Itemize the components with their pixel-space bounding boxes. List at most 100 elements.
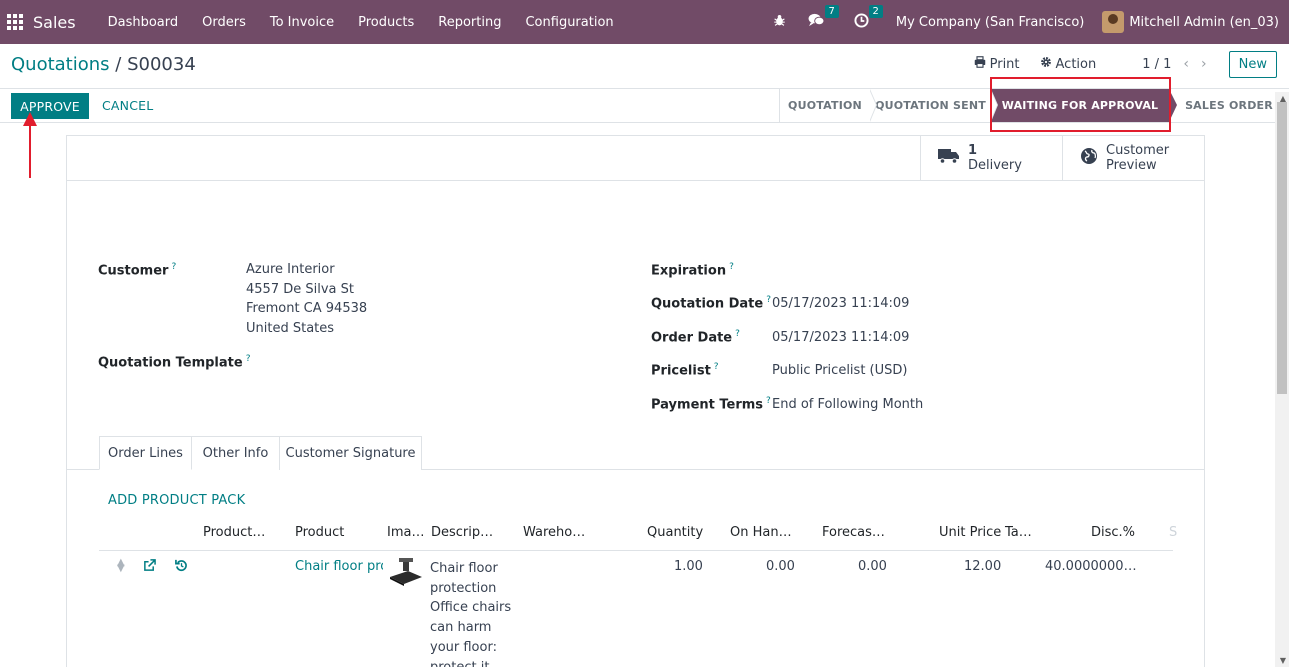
delivery-smart-button[interactable]: 1 Delivery <box>920 136 1063 180</box>
tab-customer-signature[interactable]: Customer Signature <box>279 436 422 470</box>
action-button[interactable]: Action <box>1040 56 1097 72</box>
breadcrumb-separator: / <box>115 54 122 75</box>
menu-reporting[interactable]: Reporting <box>426 15 513 30</box>
row-unit-price[interactable]: 12.00 <box>964 559 1001 574</box>
messages-count-badge: 7 <box>824 5 839 18</box>
reset-history-icon[interactable] <box>175 559 188 576</box>
activities-count-badge: 2 <box>868 4 883 18</box>
column-header[interactable]: Disc.% <box>1091 525 1135 540</box>
stage-quotation-sent[interactable]: QUOTATION SENT <box>870 89 998 122</box>
column-header[interactable]: Forecas… <box>822 525 885 540</box>
row-forecast: 0.00 <box>858 559 887 574</box>
row-description[interactable]: Chair floor protection Office chairs can… <box>430 559 520 667</box>
top-navbar: Sales Dashboard Orders To Invoice Produc… <box>0 0 1289 44</box>
print-label: Print <box>989 56 1020 72</box>
table-header-divider <box>99 550 1173 551</box>
row-product-link[interactable]: Chair floor prot <box>295 559 383 574</box>
debug-bug-icon[interactable] <box>773 14 786 31</box>
help-icon[interactable]: ? <box>729 262 734 272</box>
help-icon[interactable]: ? <box>735 329 740 339</box>
annotation-highlight-box <box>990 77 1171 132</box>
breadcrumb-quotations-link[interactable]: Quotations <box>11 54 110 75</box>
column-header[interactable]: Ima… <box>387 525 424 540</box>
column-header[interactable]: Product… <box>203 525 265 540</box>
form-sheet: 1 Delivery Customer Preview Customer? Az… <box>66 135 1205 667</box>
new-button[interactable]: New <box>1228 50 1277 78</box>
column-header[interactable]: Wareho… <box>523 525 585 540</box>
customer-address-country: United States <box>246 321 335 337</box>
help-icon[interactable]: ? <box>766 295 771 305</box>
external-link-icon[interactable] <box>143 559 156 576</box>
column-header[interactable]: Product <box>295 525 344 540</box>
app-name[interactable]: Sales <box>33 13 76 32</box>
quotation-date-label: Quotation Date? <box>651 295 771 312</box>
column-header[interactable]: S <box>1169 525 1177 540</box>
row-on-hand: 0.00 <box>766 559 795 574</box>
navbar-systray: 7 2 My Company (San Francisco) Mitchell … <box>762 0 1279 44</box>
pricelist-label: Pricelist? <box>651 362 719 379</box>
column-header[interactable]: Unit Price <box>939 525 1001 540</box>
scroll-down-arrow-icon[interactable]: ▼ <box>1280 656 1286 665</box>
breadcrumb: Quotations / S00034 <box>11 54 196 75</box>
activities-clock-icon[interactable]: 2 <box>854 4 883 32</box>
row-quantity[interactable]: 1.00 <box>674 559 703 574</box>
column-header[interactable]: Ta… <box>1005 525 1032 540</box>
menu-to-invoice[interactable]: To Invoice <box>258 15 346 30</box>
help-icon[interactable]: ? <box>766 396 771 406</box>
breadcrumb-current: S00034 <box>127 54 196 75</box>
smart-buttons-row: 1 Delivery Customer Preview <box>67 136 1204 181</box>
column-header[interactable]: Quantity <box>647 525 703 540</box>
customer-field[interactable]: Azure Interior 4557 De Silva St Fremont … <box>246 260 367 339</box>
stage-quotation[interactable]: QUOTATION <box>779 89 877 122</box>
scroll-up-arrow-icon[interactable]: ▲ <box>1280 94 1286 103</box>
payment-terms-label: Payment Terms? <box>651 396 771 413</box>
help-icon[interactable]: ? <box>171 262 176 272</box>
expiration-label: Expiration? <box>651 262 734 279</box>
printer-icon <box>974 56 986 72</box>
user-menu[interactable]: Mitchell Admin (en_03) <box>1129 15 1279 30</box>
order-date-label: Order Date? <box>651 329 740 346</box>
delivery-count: 1 <box>968 143 978 158</box>
row-discount[interactable]: 40.0000000… <box>1045 559 1137 574</box>
menu-products[interactable]: Products <box>346 15 426 30</box>
scrollbar-thumb[interactable] <box>1277 102 1287 394</box>
menu-dashboard[interactable]: Dashboard <box>96 15 191 30</box>
preview-label-line1: Customer <box>1106 143 1170 158</box>
pricelist-field[interactable]: Public Pricelist (USD) <box>772 363 907 378</box>
customer-address-street: 4557 De Silva St <box>246 281 354 297</box>
payment-terms-field[interactable]: End of Following Month <box>772 397 923 412</box>
gear-icon <box>1040 56 1052 72</box>
print-button[interactable]: Print <box>974 56 1020 72</box>
help-icon[interactable]: ? <box>246 354 251 364</box>
chevron-left-icon[interactable]: ‹ <box>1183 56 1189 72</box>
stage-sales-order[interactable]: SALES ORDER <box>1169 89 1289 122</box>
preview-label-line2: Preview <box>1106 158 1157 173</box>
order-date-field[interactable]: 05/17/2023 11:14:09 <box>772 330 909 345</box>
quotation-template-label: Quotation Template? <box>98 354 251 371</box>
company-switcher[interactable]: My Company (San Francisco) <box>896 15 1084 30</box>
tab-order-lines[interactable]: Order Lines <box>99 436 192 470</box>
menu-configuration[interactable]: Configuration <box>513 15 625 30</box>
pager-value[interactable]: 1 / 1 <box>1142 57 1171 72</box>
drag-handle-icon[interactable]: ▲ ▼ <box>117 558 125 574</box>
chevron-right-icon[interactable]: › <box>1201 56 1207 72</box>
apps-menu-icon[interactable] <box>7 14 25 30</box>
customer-preview-smart-button[interactable]: Customer Preview <box>1062 136 1205 180</box>
menu-orders[interactable]: Orders <box>190 15 258 30</box>
column-header[interactable]: On Han… <box>730 525 792 540</box>
delivery-label: Delivery <box>968 158 1022 173</box>
truck-icon <box>938 148 960 168</box>
tab-other-info[interactable]: Other Info <box>191 436 280 470</box>
main-menu: Dashboard Orders To Invoice Products Rep… <box>96 15 626 30</box>
help-icon[interactable]: ? <box>714 362 719 372</box>
control-panel-actions: Print Action 1 / 1 ‹ › New <box>954 49 1277 79</box>
add-product-pack-link[interactable]: ADD PRODUCT PACK <box>108 493 245 508</box>
cancel-button[interactable]: CANCEL <box>102 98 153 113</box>
messages-icon[interactable]: 7 <box>808 5 839 31</box>
column-header[interactable]: Descrip… <box>431 525 493 540</box>
user-avatar[interactable] <box>1102 11 1125 33</box>
product-image <box>390 558 422 586</box>
action-label: Action <box>1055 56 1097 72</box>
customer-name: Azure Interior <box>246 262 335 277</box>
quotation-date-field[interactable]: 05/17/2023 11:14:09 <box>772 296 909 311</box>
